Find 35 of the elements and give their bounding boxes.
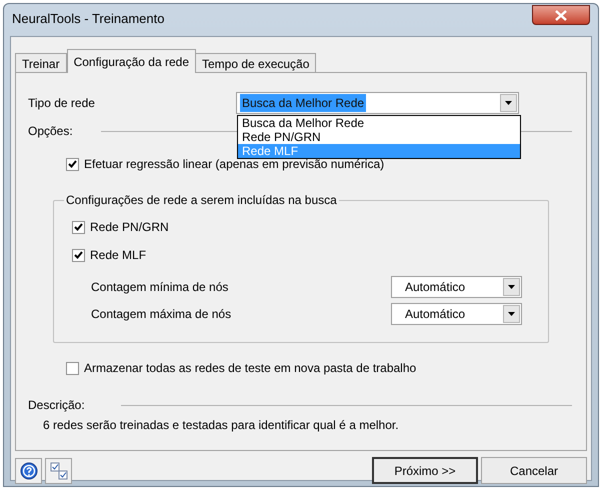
checkboxes-icon [50, 462, 68, 480]
dialog-button[interactable]: Próximo >> [372, 457, 478, 484]
checkbox-label: Rede MLF [90, 247, 146, 264]
checkbox-label: Armazenar todas as redes de teste em nova pasta de trabalho [84, 360, 416, 377]
section-heading: Opções: [28, 123, 73, 140]
section-heading: Descrição: [28, 397, 85, 414]
field-label: Contagem máxima de nós [91, 306, 232, 323]
tab[interactable]: Configuração da rede [66, 49, 196, 73]
checkbox[interactable] [66, 158, 79, 170]
help-button[interactable] [15, 458, 42, 484]
checkmark-icon [74, 223, 83, 231]
checkboxes-button[interactable] [45, 458, 72, 484]
description-text: 6 redes serão treinadas e testadas para identificar qual é a melhor. [43, 417, 400, 434]
dropdown-option[interactable]: Busca da Melhor Rede [238, 116, 520, 130]
checkbox[interactable] [72, 220, 85, 234]
network-type-dropdown[interactable]: Busca da Melhor Rede [236, 92, 519, 114]
field-label: Tipo de rede [28, 95, 96, 112]
close-icon [555, 10, 567, 20]
checkbox-label: Rede PN/GRN [90, 219, 169, 236]
dialog-button[interactable]: Cancelar [481, 457, 587, 484]
node-count-dropdown[interactable]: Automático [391, 303, 522, 325]
tab[interactable]: Treinar [15, 53, 67, 73]
tab[interactable]: Tempo de execução [195, 53, 316, 73]
window-title: NeuralTools - Treinamento [12, 10, 164, 28]
checkbox-label: Efetuar regressão linear (apenas em previsão numérica) [84, 156, 384, 173]
checkbox[interactable] [66, 362, 79, 374]
dropdown-option[interactable]: Rede PN/GRN [238, 130, 520, 144]
checkbox[interactable] [72, 248, 85, 262]
checkmark-icon [74, 251, 83, 259]
help-icon [20, 462, 38, 480]
node-count-dropdown[interactable]: Automático [391, 276, 522, 298]
checkmark-icon [68, 160, 77, 168]
close-button[interactable] [532, 5, 590, 25]
field-label: Contagem mínima de nós [91, 279, 230, 296]
group-title: Configurações de rede a serem incluídas na busca [65, 192, 338, 209]
